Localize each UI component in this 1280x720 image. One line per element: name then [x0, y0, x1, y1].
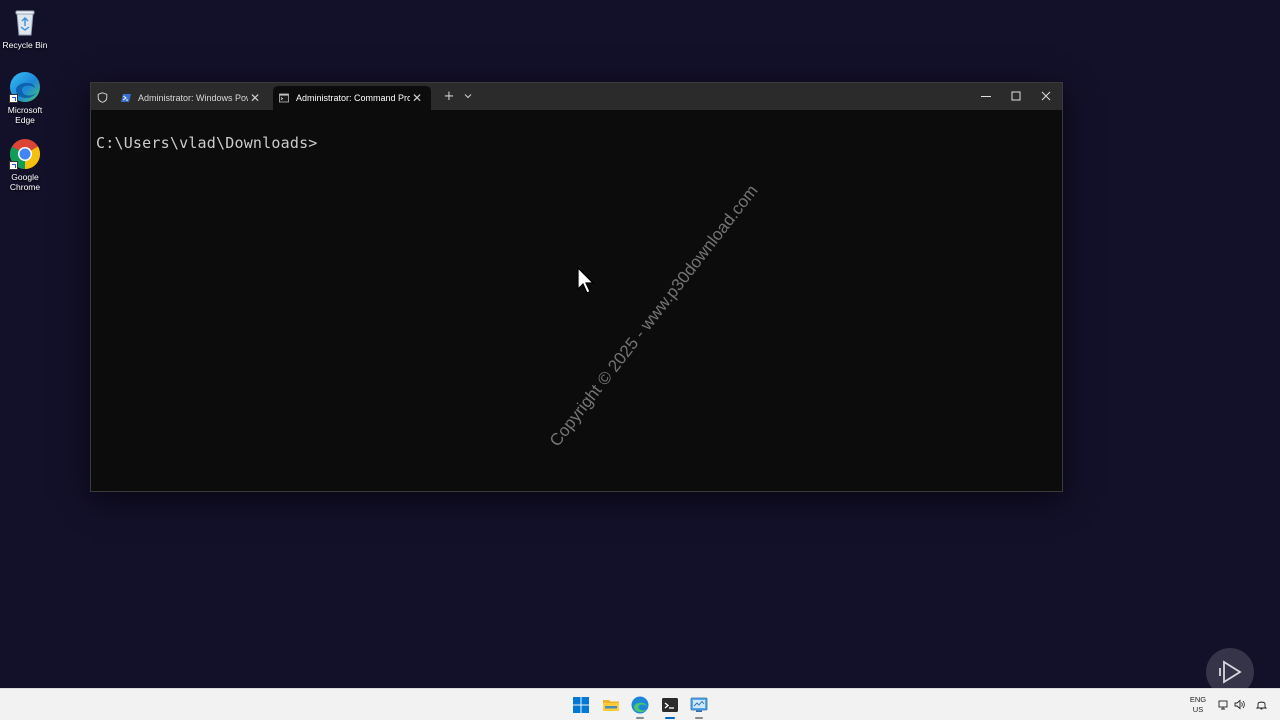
maximize-icon	[1011, 91, 1021, 101]
minimize-icon	[981, 96, 991, 97]
taskbar-edge[interactable]	[630, 695, 650, 719]
maximize-button[interactable]	[1001, 83, 1031, 110]
terminal-window[interactable]: Administrator: Windows PowerShell ✕ Admi…	[90, 82, 1063, 492]
desktop-icon-label: Google Chrome	[9, 172, 41, 192]
control-panel-icon	[690, 697, 708, 712]
close-button[interactable]	[1031, 83, 1061, 110]
watermark-text: Copyright © 2025 - www.p30download.com	[545, 181, 762, 451]
title-bar[interactable]: Administrator: Windows PowerShell ✕ Admi…	[91, 83, 1062, 110]
desktop-icon-label: Recycle Bin	[2, 40, 48, 50]
active-indicator	[665, 717, 675, 719]
taskbar-terminal[interactable]	[660, 695, 680, 719]
shortcut-arrow-icon	[9, 161, 18, 170]
new-tab-button[interactable]: +	[442, 90, 456, 104]
desktop-icon-recycle-bin[interactable]: Recycle Bin	[0, 6, 52, 50]
volume-icon[interactable]	[1234, 699, 1245, 710]
desktop-icon-chrome[interactable]: Google Chrome	[0, 138, 52, 192]
taskbar: ENG US	[0, 688, 1280, 720]
tab-command-prompt[interactable]: Administrator: Command Prompt ✕	[273, 86, 431, 110]
start-icon	[573, 697, 589, 713]
tab-label: Administrator: Windows PowerShell	[138, 93, 248, 103]
tab-label: Administrator: Command Prompt	[296, 93, 410, 103]
minimize-button[interactable]	[971, 83, 1001, 110]
command-prompt-line: C:\Users\vlad\Downloads>	[96, 134, 318, 152]
cmd-icon	[279, 93, 289, 103]
shortcut-arrow-icon	[9, 94, 18, 103]
edge-icon	[9, 71, 41, 103]
desktop-icon-edge[interactable]: Microsoft Edge	[0, 71, 52, 125]
play-icon	[1219, 660, 1242, 684]
file-explorer-icon	[603, 700, 619, 711]
running-indicator	[636, 717, 644, 719]
shield-icon	[97, 92, 108, 103]
close-tab-icon[interactable]: ✕	[248, 91, 262, 105]
close-tab-icon[interactable]: ✕	[410, 91, 424, 105]
tab-powershell[interactable]: Administrator: Windows PowerShell ✕	[115, 86, 269, 110]
region-code: US	[1192, 705, 1204, 714]
language-indicator[interactable]: ENG US	[1186, 695, 1210, 715]
edge-icon	[631, 696, 649, 714]
recycle-bin-icon	[9, 6, 41, 38]
taskbar-control-panel[interactable]	[689, 695, 709, 719]
powershell-icon	[121, 94, 131, 102]
language-code: ENG	[1189, 695, 1207, 704]
network-icon[interactable]	[1218, 699, 1229, 710]
running-indicator	[695, 717, 703, 719]
notification-icon[interactable]	[1256, 699, 1267, 710]
close-icon	[1041, 91, 1051, 101]
terminal-icon	[662, 698, 678, 712]
mouse-cursor-icon	[577, 267, 595, 294]
taskbar-start-button[interactable]	[571, 695, 591, 715]
chrome-icon	[9, 138, 41, 170]
terminal-content[interactable]: C:\Users\vlad\Downloads> Copyright © 202…	[91, 110, 1062, 491]
desktop-icon-label: Microsoft Edge	[7, 105, 43, 125]
chevron-down-icon[interactable]	[463, 91, 473, 101]
taskbar-file-explorer[interactable]	[601, 695, 621, 715]
